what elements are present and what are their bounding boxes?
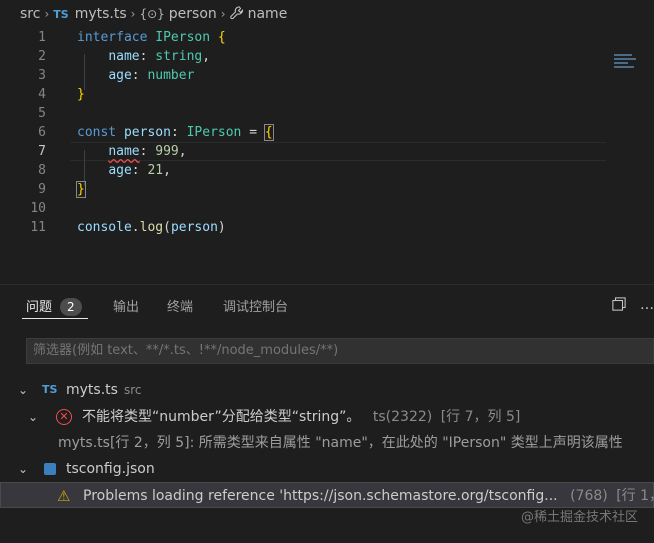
chevron-right-icon: › xyxy=(44,7,50,21)
breadcrumb-folder[interactable]: src xyxy=(20,6,40,22)
line-number: 6 xyxy=(38,125,46,140)
problem-warning-row[interactable]: ⚠ Problems loading reference 'https://js… xyxy=(0,482,654,508)
tab-problems[interactable]: 问题 2 xyxy=(26,296,82,316)
minimap[interactable] xyxy=(614,54,640,76)
error-squiggle[interactable]: name xyxy=(108,144,139,159)
problem-count-badge: 2 xyxy=(60,298,82,316)
code-line: 11 console.log(person) xyxy=(0,218,654,237)
copy-icon[interactable] xyxy=(612,297,626,315)
problem-error-row[interactable]: ⌄ ✕ 不能将类型“number”分配给类型“string”。 ts(2322)… xyxy=(0,404,654,430)
code-line: 4 } xyxy=(0,85,654,104)
panel-divider[interactable] xyxy=(0,284,654,285)
typescript-file-icon: TS xyxy=(42,383,58,396)
code-line: 2 name: string, xyxy=(0,47,654,66)
variable-icon: {⊙} xyxy=(139,7,165,21)
tab-output[interactable]: 输出 xyxy=(113,296,139,315)
problem-file-row[interactable]: ⌄ tsconfig.json xyxy=(0,456,654,482)
warning-message: Problems loading reference 'https://json… xyxy=(83,488,558,504)
breadcrumb-symbol[interactable]: person xyxy=(169,6,217,22)
related-info: myts.ts[行 2，列 5]: 所需类型来自属性 "name"，在此处的 "… xyxy=(58,435,623,451)
chevron-down-icon: ⌄ xyxy=(18,383,29,397)
chevron-down-icon: ⌄ xyxy=(18,462,29,476)
problem-file-name: tsconfig.json xyxy=(66,461,155,477)
line-number: 9 xyxy=(38,182,46,197)
problem-file-row[interactable]: ⌄ TS myts.ts src xyxy=(0,377,654,403)
line-number: 10 xyxy=(30,201,46,216)
code-line: 1 interface IPerson { xyxy=(0,28,654,47)
line-number: 5 xyxy=(38,106,46,121)
problem-file-dir: src xyxy=(123,383,142,397)
active-tab-indicator xyxy=(22,318,88,319)
wrench-icon xyxy=(229,5,244,23)
code-line: 7 name: 999, xyxy=(0,142,654,161)
chevron-down-icon: ⌄ xyxy=(28,410,39,424)
code-line: 5 xyxy=(0,104,654,123)
line-number: 7 xyxy=(38,144,46,159)
tab-terminal[interactable]: 终端 xyxy=(167,296,193,315)
breadcrumb-property[interactable]: name xyxy=(248,6,288,22)
error-location: [行 7，列 5] xyxy=(440,409,521,425)
code-editor[interactable]: 1 interface IPerson { 2 name: string, 3 … xyxy=(0,28,654,284)
tab-debug-console[interactable]: 调试控制台 xyxy=(223,296,288,315)
code-line: 8 age: 21, xyxy=(0,161,654,180)
watermark: @稀土掘金技术社区 xyxy=(520,510,638,525)
chevron-right-icon: › xyxy=(220,7,226,21)
json-file-icon xyxy=(44,463,56,475)
line-number: 4 xyxy=(38,87,46,102)
breadcrumb-file[interactable]: myts.ts xyxy=(75,6,127,22)
error-message: 不能将类型“number”分配给类型“string”。 xyxy=(82,409,361,425)
line-number: 2 xyxy=(38,49,46,64)
code-line: 9 } xyxy=(0,180,654,199)
line-number: 1 xyxy=(38,30,46,45)
line-number: 11 xyxy=(30,220,46,235)
warning-code: (768) xyxy=(570,488,608,504)
line-number: 3 xyxy=(38,68,46,83)
line-number: 8 xyxy=(38,163,46,178)
code-line: 10 xyxy=(0,199,654,218)
error-code: ts(2322) xyxy=(372,409,433,425)
code-line: 6 const person: IPerson = { xyxy=(0,123,654,142)
chevron-right-icon: › xyxy=(130,7,136,21)
warning-location: [行 1，列 xyxy=(616,488,654,504)
warning-icon: ⚠ xyxy=(57,487,71,505)
error-icon: ✕ xyxy=(56,409,72,425)
panel-tab-bar: 问题 2 输出 终端 调试控制台 … xyxy=(0,288,654,322)
more-icon[interactable]: … xyxy=(640,297,654,313)
typescript-file-icon: TS xyxy=(53,7,69,21)
problems-filter-input[interactable] xyxy=(26,338,654,364)
filter-input[interactable] xyxy=(33,339,653,363)
problem-related-row[interactable]: myts.ts[行 2，列 5]: 所需类型来自属性 "name"，在此处的 "… xyxy=(0,430,654,456)
breadcrumb: src › TS myts.ts › {⊙} person › name xyxy=(0,0,654,28)
code-line: 3 age: number xyxy=(0,66,654,85)
problem-file-name: myts.ts xyxy=(66,382,118,398)
